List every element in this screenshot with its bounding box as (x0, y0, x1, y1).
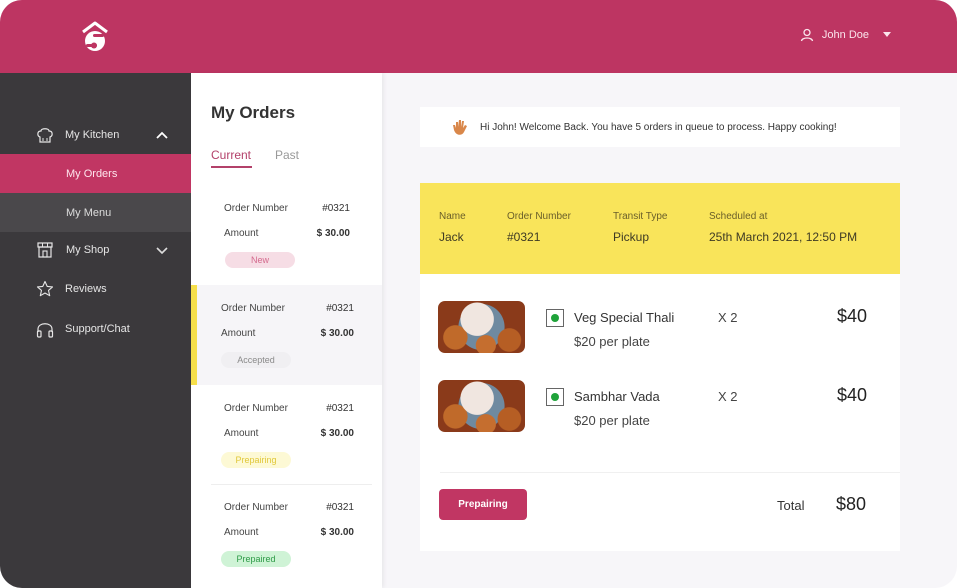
sidebar-item-label: My Menu (66, 206, 112, 219)
tab-current[interactable]: Current (211, 148, 251, 162)
order-item: Sambhar Vada $20 per plate X 2 $40 (420, 380, 900, 440)
amount-row: Amount $ 30.00 (221, 328, 354, 339)
transit-type-field: Transit Type Pickup (613, 211, 667, 244)
sidebar-item-my-kitchen[interactable]: My Kitchen (0, 116, 191, 154)
field-label: Scheduled at (709, 211, 768, 222)
order-card[interactable]: Order Number #0321 Amount $ 30.00 Prepai… (191, 484, 382, 584)
sidebar-item-label: Support/Chat (65, 323, 130, 335)
sidebar-item-my-shop[interactable]: My Shop (0, 231, 191, 269)
status-badge: Prepaired (221, 551, 291, 567)
status-badge: New (225, 252, 295, 268)
page-title: My Orders (211, 103, 296, 122)
order-card[interactable]: Order Number #0321 Amount $ 30.00 Prepai… (191, 385, 382, 485)
order-number-value: #0321 (326, 403, 354, 414)
amount-value: $ 30.00 (320, 527, 354, 538)
user-icon (800, 28, 814, 42)
order-number-label: Order Number (221, 303, 285, 314)
order-detail-header: Name Jack Order Number #0321 Transit Typ… (420, 183, 900, 274)
item-quantity: X 2 (718, 310, 738, 325)
item-unit-price: $20 per plate (574, 413, 650, 428)
total-label: Total (777, 498, 805, 513)
item-name: Veg Special Thali (574, 310, 675, 325)
sidebar-item-reviews[interactable]: Reviews (0, 270, 191, 308)
sidebar-item-my-orders[interactable]: My Orders (0, 154, 191, 193)
food-image (438, 301, 525, 353)
order-status-button[interactable]: Prepairing (439, 489, 527, 520)
order-card[interactable]: Order Number #0321 Amount $ 30.00 New (191, 185, 382, 285)
field-label: Name (439, 211, 466, 222)
amount-value: $ 30.00 (320, 328, 354, 339)
item-price: $40 (837, 306, 868, 326)
amount-row: Amount $ 30.00 (224, 527, 354, 538)
field-value: 25th March 2021, 12:50 PM (709, 230, 858, 244)
sidebar-item-label: My Orders (66, 167, 118, 180)
amount-row: Amount $ 30.00 (224, 428, 354, 439)
order-detail-body: Veg Special Thali $20 per plate X 2 $40 … (420, 274, 900, 551)
field-value: #0321 (507, 230, 541, 244)
orders-panel: My Orders Current Past Order Number #032… (191, 73, 382, 588)
headphones-icon (36, 323, 54, 338)
amount-value: $ 30.00 (316, 228, 350, 239)
chevron-down-icon[interactable] (155, 243, 169, 257)
sidebar-item-label: My Shop (66, 244, 110, 256)
customer-name-field: Name Jack (439, 211, 466, 244)
field-label: Transit Type (613, 211, 668, 222)
chevron-up-icon[interactable] (155, 128, 169, 142)
veg-indicator-icon (546, 309, 564, 327)
star-icon (36, 280, 54, 297)
order-number-field: Order Number #0321 (507, 211, 571, 244)
sidebar-item-label: My Kitchen (65, 129, 120, 141)
item-quantity: X 2 (718, 389, 738, 404)
amount-label: Amount (221, 328, 256, 339)
sidebar-item-label: Reviews (65, 283, 107, 295)
item-unit-price: $20 per plate (574, 334, 650, 349)
item-name: Sambhar Vada (574, 389, 660, 404)
caret-down-icon[interactable] (883, 32, 891, 37)
order-item: Veg Special Thali $20 per plate X 2 $40 (420, 301, 900, 361)
chef-hat-icon (37, 128, 53, 143)
scheduled-at-field: Scheduled at 25th March 2021, 12:50 PM (709, 211, 857, 244)
tab-past[interactable]: Past (275, 148, 299, 162)
divider (440, 472, 900, 473)
user-menu[interactable]: John Doe (800, 28, 891, 42)
top-header: John Doe (0, 0, 957, 73)
amount-label: Amount (224, 428, 259, 439)
order-number-value: #0321 (326, 303, 354, 314)
amount-label: Amount (224, 527, 259, 538)
sidebar: My Kitchen My Orders My Menu My Shop Rev… (0, 73, 191, 588)
order-number-label: Order Number (224, 203, 288, 214)
status-badge: Accepted (221, 352, 291, 368)
order-number-row: Order Number #0321 (221, 303, 354, 314)
chef-hat-logo-icon[interactable] (80, 20, 110, 52)
order-number-row: Order Number #0321 (224, 502, 354, 513)
amount-value: $ 30.00 (320, 428, 354, 439)
order-number-label: Order Number (224, 502, 288, 513)
active-tab-indicator (211, 166, 252, 168)
field-value: Jack (439, 230, 464, 244)
order-number-row: Order Number #0321 (224, 403, 354, 414)
field-label: Order Number (507, 211, 571, 222)
user-name: John Doe (821, 29, 869, 41)
status-badge: Prepairing (221, 452, 291, 468)
amount-label: Amount (224, 228, 259, 239)
welcome-banner: Hi John! Welcome Back. You have 5 orders… (420, 107, 900, 147)
sidebar-item-support-chat[interactable]: Support/Chat (0, 310, 191, 348)
sidebar-item-my-menu[interactable]: My Menu (0, 193, 191, 232)
order-number-value: #0321 (326, 502, 354, 513)
amount-row: Amount $ 30.00 (224, 228, 350, 239)
veg-indicator-icon (546, 388, 564, 406)
welcome-message: Hi John! Welcome Back. You have 5 orders… (480, 122, 837, 133)
field-value: Pickup (613, 230, 650, 244)
order-card-selected[interactable]: Order Number #0321 Amount $ 30.00 Accept… (191, 285, 382, 385)
item-price: $40 (837, 385, 868, 405)
order-number-value: #0321 (322, 203, 350, 214)
waving-hand-icon (453, 120, 467, 135)
order-number-row: Order Number #0321 (224, 203, 350, 214)
order-number-label: Order Number (224, 403, 288, 414)
total-value: $80 (836, 494, 867, 514)
food-image (438, 380, 525, 432)
shop-icon (37, 242, 53, 258)
app-window: John Doe My Kitchen My Orders My Menu My… (0, 0, 957, 588)
